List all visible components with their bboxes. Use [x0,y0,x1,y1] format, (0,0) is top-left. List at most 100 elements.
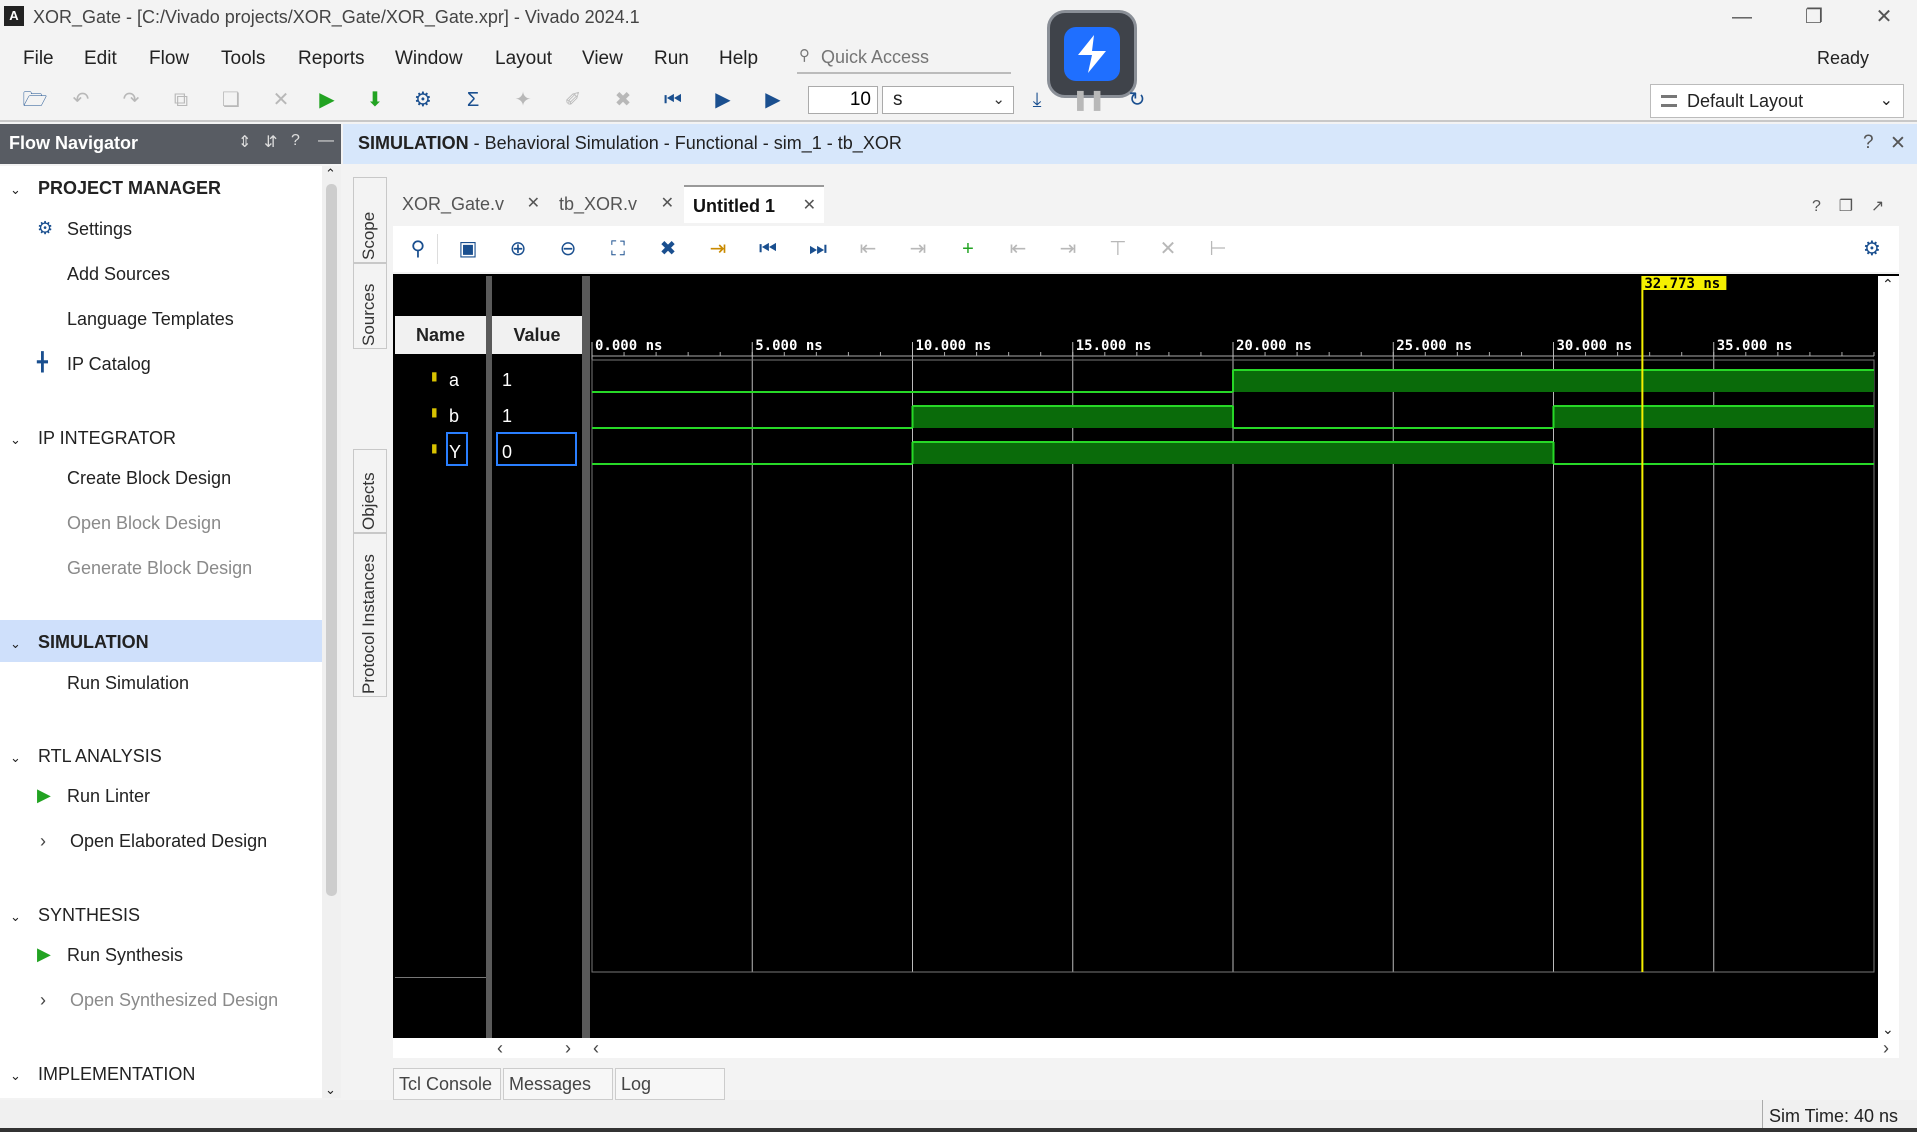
gear-icon[interactable]: ⚙ [1859,236,1885,262]
nav-generate-block-design[interactable]: Generate Block Design [67,558,252,579]
name-column-header[interactable]: Name [395,316,486,354]
add-marker-icon[interactable]: + [955,236,981,262]
menu-tools[interactable]: Tools [221,48,265,70]
run-icon[interactable]: ▶ [312,86,342,114]
close-icon[interactable]: ✕ [661,185,674,223]
next-marker-icon[interactable]: ⇥ [1055,236,1081,262]
zoom-to-cursor-icon[interactable]: ✖ [655,236,681,262]
close-icon[interactable]: ✕ [803,187,816,225]
section-rtl-analysis[interactable]: ⌄ RTL ANALYSIS [10,746,162,767]
layout-select[interactable]: Default Layout ⌄ [1650,84,1904,118]
value-column-header[interactable]: Value [492,316,582,354]
tool-disabled-1-icon[interactable]: ✦ [508,86,538,114]
close-icon[interactable]: ✕ [527,185,540,223]
scroll-down-icon[interactable]: ⌄ [1882,1021,1894,1038]
menu-file[interactable]: File [23,48,54,70]
side-tab-protocol-instances[interactable]: Protocol Instances [353,533,387,697]
step-icon[interactable]: ⤓ [1022,86,1052,114]
tool-disabled-2-icon[interactable]: ✐ [558,86,588,114]
zoom-fit-icon[interactable]: ⛶ [605,236,631,262]
undo-icon[interactable]: ↶ [66,86,96,114]
chevron-right-icon[interactable]: › [40,990,46,1011]
next-transition-icon[interactable]: ⇥ [905,236,931,262]
side-tab-sources[interactable]: Sources [353,263,387,349]
waveform-horizontal-scrollbar[interactable]: ‹ › ‹ › [393,1038,1899,1058]
copy-icon[interactable]: ⧉ [166,86,196,114]
expand-icon[interactable]: ⇵ [264,132,277,152]
section-synthesis[interactable]: ⌄ SYNTHESIS [10,905,140,926]
restore-icon[interactable]: ❐ [1790,2,1838,32]
tab-tb-xor-v[interactable]: tb_XOR.v ✕ [550,185,682,223]
menu-flow[interactable]: Flow [149,48,189,70]
minimize-panel-icon[interactable]: — [318,132,334,150]
section-simulation[interactable]: ⌄ SIMULATION [10,632,149,653]
nav-run-synthesis[interactable]: Run Synthesis [67,945,183,966]
previous-transition-icon[interactable]: ⇤ [855,236,881,262]
nav-open-synthesized-design[interactable]: Open Synthesized Design [70,990,278,1011]
tab-tcl-console[interactable]: Tcl Console [393,1068,501,1100]
help-icon[interactable]: ? [291,132,300,150]
run-for-time-icon[interactable]: ▶ [758,86,788,114]
nav-open-block-design[interactable]: Open Block Design [67,513,221,534]
scroll-left-icon[interactable]: ‹ [593,1038,599,1058]
run-all-icon[interactable]: ▶ [708,86,738,114]
nav-settings[interactable]: Settings [67,219,132,240]
quick-access-input[interactable] [821,44,1006,70]
menu-window[interactable]: Window [395,48,463,70]
scroll-up-icon[interactable]: ⌃ [325,166,336,182]
redo-icon[interactable]: ↷ [116,86,146,114]
scroll-up-icon[interactable]: ⌃ [1882,276,1894,293]
maximize-panel-icon[interactable]: ↗ [1871,198,1884,215]
scroll-left-icon[interactable]: ‹ [497,1038,503,1058]
restart-sim-icon[interactable]: ⏮ [658,86,688,114]
waveform-vertical-scrollbar[interactable]: ⌃ ⌄ [1878,276,1899,1038]
close-icon[interactable]: ✕ [1890,132,1906,155]
tool-disabled-3-icon[interactable]: ✖ [608,86,638,114]
snap-to-transition-icon[interactable]: ⊢ [1205,236,1231,262]
search-icon[interactable]: ⚲ [405,236,431,262]
menu-reports[interactable]: Reports [298,48,365,70]
menu-help[interactable]: Help [719,48,758,70]
go-to-cursor-icon[interactable]: ⇥ [705,236,731,262]
swap-cursors-icon[interactable]: ⊤ [1105,236,1131,262]
zoom-out-icon[interactable]: ⊖ [555,236,581,262]
previous-marker-icon[interactable]: ⇤ [1005,236,1031,262]
flow-navigator-scrollbar[interactable]: ⌃ ⌄ [322,166,341,1098]
nav-run-linter[interactable]: Run Linter [67,786,150,807]
program-device-icon[interactable]: ⬇ [360,86,390,114]
delete-icon[interactable]: ✕ [266,86,296,114]
nav-add-sources[interactable]: Add Sources [67,264,170,285]
close-icon[interactable]: ✕ [1860,2,1908,32]
go-to-time-zero-icon[interactable]: ⏮ [755,236,781,262]
collapse-all-icon[interactable]: ⇕ [238,132,251,152]
scroll-right-icon[interactable]: › [565,1038,571,1058]
delete-markers-icon[interactable]: ✕ [1155,236,1181,262]
nav-language-templates[interactable]: Language Templates [67,309,234,330]
tab-log[interactable]: Log [615,1068,725,1100]
waveform-canvas[interactable]: 0.000 ns 5.000 ns 10.000 ns 15.000 ns 20.000… [588,276,1878,1038]
side-tab-objects[interactable]: Objects [353,449,387,533]
zoom-in-icon[interactable]: ⊕ [505,236,531,262]
scrollbar-thumb[interactable] [326,184,337,896]
nav-run-simulation[interactable]: Run Simulation [67,673,189,694]
nav-ip-catalog[interactable]: IP Catalog [67,354,151,375]
menu-edit[interactable]: Edit [84,48,117,70]
section-project-manager[interactable]: ⌄ PROJECT MANAGER [10,178,221,199]
run-unit-select[interactable]: s ⌄ [882,86,1014,114]
tab-xor-gate-v[interactable]: XOR_Gate.v ✕ [393,185,548,223]
chevron-right-icon[interactable]: › [40,831,46,852]
section-ip-integrator[interactable]: ⌄ IP INTEGRATOR [10,428,176,449]
side-tab-scope[interactable]: Scope [353,177,387,263]
help-icon[interactable]: ? [1812,198,1821,215]
menu-layout[interactable]: Layout [495,48,552,70]
nav-open-elaborated-design[interactable]: Open Elaborated Design [70,831,267,852]
go-to-last-time-icon[interactable]: ⏭ [805,236,831,262]
help-icon[interactable]: ? [1863,132,1874,154]
restore-panel-icon[interactable]: ❐ [1839,198,1853,215]
relaunch-icon[interactable]: ↻ [1122,86,1152,114]
pause-icon[interactable]: ❚❚ [1072,86,1106,114]
scroll-down-icon[interactable]: ⌄ [325,1082,336,1098]
tab-messages[interactable]: Messages [503,1068,613,1100]
open-project-icon[interactable]: 🗁 [20,86,50,114]
run-time-input[interactable] [808,86,878,114]
